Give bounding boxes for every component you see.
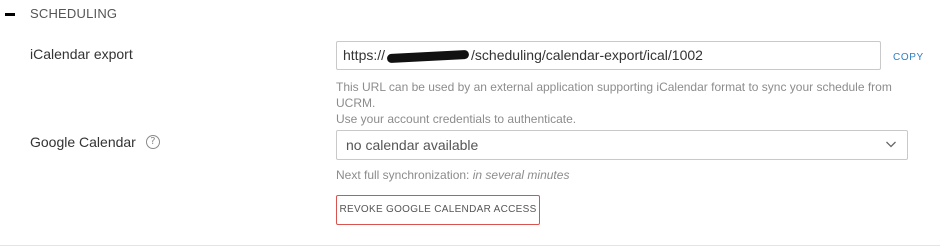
sync-status-text: Next full synchronization: in several mi… xyxy=(336,167,569,183)
ical-url-field[interactable]: https:// /scheduling/calendar-export/ical… xyxy=(336,41,881,70)
google-calendar-label-group: Google Calendar ? xyxy=(30,134,160,150)
section-title: SCHEDULING xyxy=(30,6,118,21)
url-prefix: https:// xyxy=(343,47,386,63)
question-circle-icon[interactable]: ? xyxy=(145,135,160,149)
select-value: no calendar available xyxy=(346,137,479,153)
sync-value: in several minutes xyxy=(472,168,570,182)
google-calendar-label: Google Calendar xyxy=(30,134,136,150)
revoke-google-calendar-access-button[interactable]: REVOKE GOOGLE CALENDAR ACCESS xyxy=(336,195,540,225)
ical-help-line-2: Use your account credentials to authenti… xyxy=(336,112,577,126)
google-calendar-select[interactable]: no calendar available xyxy=(336,130,908,160)
ical-help-line-1: This URL can be used by an external appl… xyxy=(336,80,892,110)
divider xyxy=(0,245,940,246)
ical-export-label: iCalendar export xyxy=(30,46,133,62)
sync-prefix: Next full synchronization: xyxy=(336,168,473,182)
chevron-down-icon xyxy=(886,141,896,148)
url-suffix: /scheduling/calendar-export/ical/1002 xyxy=(471,47,703,63)
copy-button[interactable]: COPY xyxy=(893,52,924,63)
section-header-scheduling[interactable]: SCHEDULING xyxy=(0,0,940,28)
redaction-mark xyxy=(386,49,470,63)
ical-help-text: This URL can be used by an external appl… xyxy=(336,79,926,127)
minus-icon[interactable] xyxy=(5,13,15,16)
